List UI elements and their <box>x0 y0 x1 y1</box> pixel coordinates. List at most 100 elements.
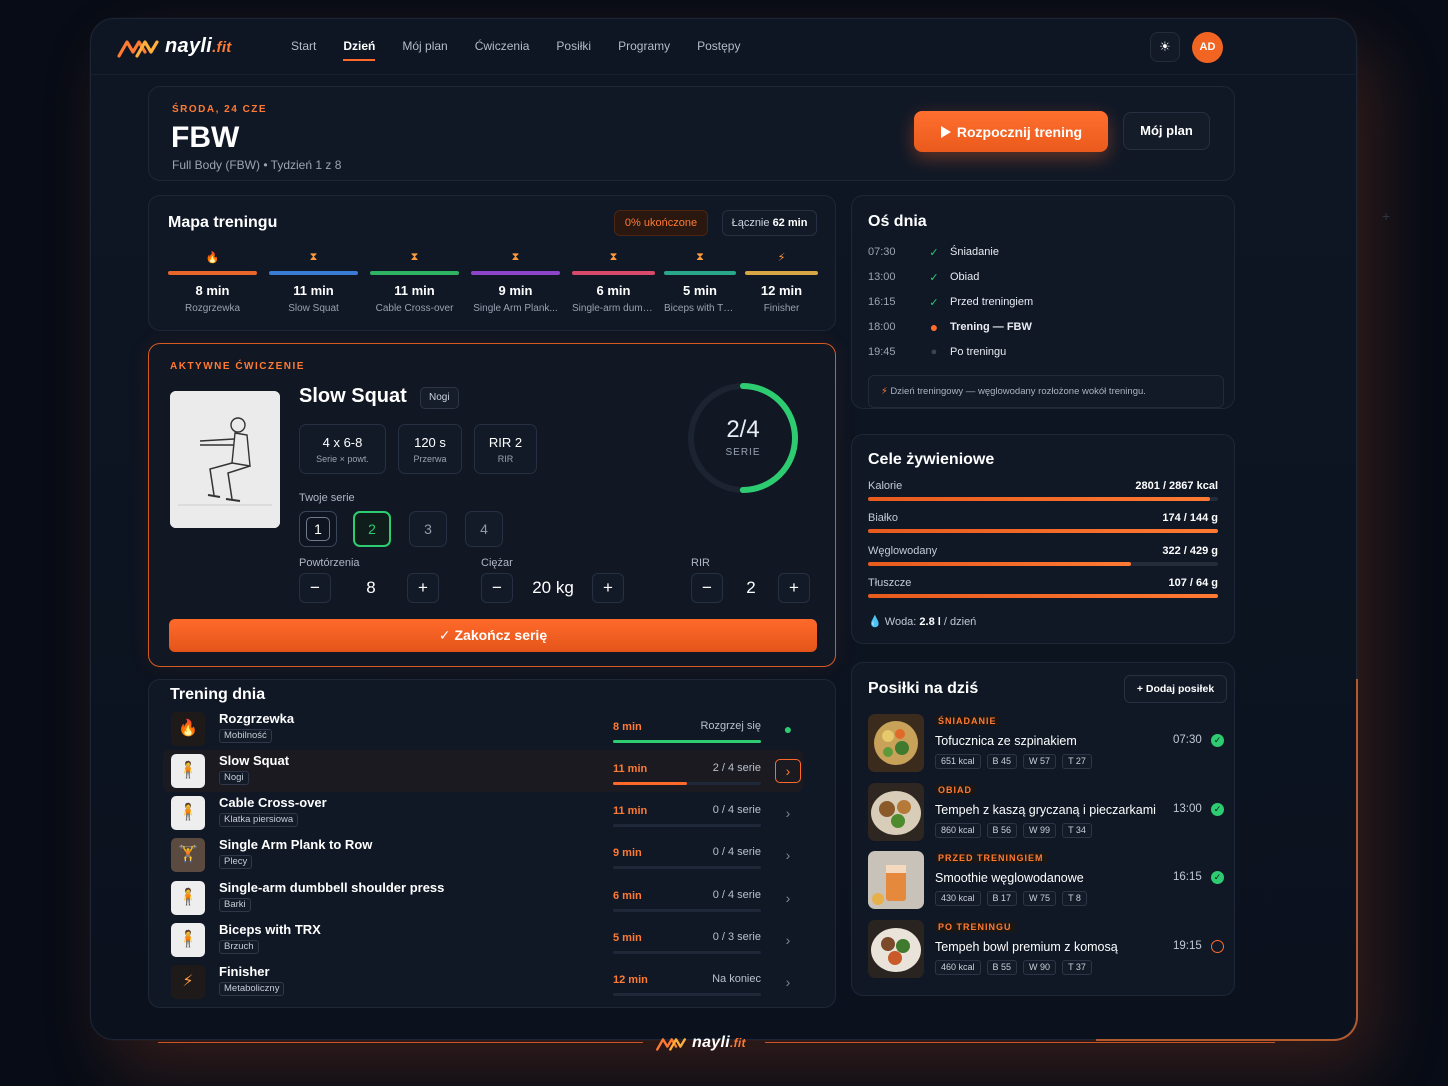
map-segment[interactable]: ⧗ 5 min Biceps with TRX <box>664 251 736 314</box>
play-icon <box>940 125 951 138</box>
map-segment[interactable]: ⧗ 11 min Cable Cross-over <box>370 251 459 314</box>
meal-name: Tempeh z kaszą gryczaną i pieczarkami <box>935 803 1156 817</box>
timeline-label: Obiad <box>950 271 980 283</box>
set-button-1[interactable]: 1 <box>299 511 337 547</box>
start-training-button[interactable]: Rozpocznij trening <box>914 111 1108 152</box>
map-segment[interactable]: ⧗ 6 min Single-arm dumb... <box>572 251 655 314</box>
exercise-row-name: Slow Squat <box>219 753 290 768</box>
map-segment[interactable]: ⧗ 11 min Slow Squat <box>269 251 358 314</box>
timeline-time: 19:45 <box>868 346 896 358</box>
macro-tag: W 75 <box>1023 891 1057 906</box>
stat-rir: RIR 2 RIR <box>474 424 537 474</box>
chevron-right-icon[interactable]: › <box>777 971 799 993</box>
sparkle-icon: + <box>1382 208 1391 224</box>
nav-posilki[interactable]: Posiłki <box>556 39 591 53</box>
macro-tag: 860 kcal <box>935 823 981 838</box>
exercise-row-tag: Metaboliczny <box>219 982 285 996</box>
nav-dzien[interactable]: Dzień <box>343 39 376 61</box>
set-button-2[interactable]: 2 <box>353 511 391 547</box>
exercise-row-status: Na koniec <box>712 973 761 985</box>
nav-moj-plan[interactable]: Mój plan <box>402 39 447 53</box>
avatar[interactable]: AD <box>1192 32 1223 63</box>
exercise-row[interactable]: ⚡ Finisher Metaboliczny 12 min Na koniec… <box>163 961 803 1003</box>
exercise-thumbnail: 🧍 <box>171 796 205 830</box>
timeline-label: Przed treningiem <box>950 296 1034 308</box>
chevron-right-icon[interactable]: › <box>777 802 799 824</box>
macro-tag: W 57 <box>1023 754 1057 769</box>
segment-name: Single-arm dumb... <box>572 303 655 314</box>
nutrient-bar-fill <box>868 594 1218 598</box>
check-circle-icon: ✓ <box>1211 803 1224 816</box>
chevron-right-icon[interactable]: › <box>777 887 799 909</box>
water-unit: / dzień <box>943 616 977 628</box>
weight-decrement-button[interactable]: − <box>481 573 513 603</box>
segment-min: 5 min <box>683 283 717 298</box>
map-segment[interactable]: ⚡ 12 min Finisher <box>745 251 818 314</box>
timeline-label: Śniadanie <box>950 246 999 258</box>
page-title: FBW <box>171 121 240 154</box>
meal-item[interactable]: OBIAD Tempeh z kaszą gryczaną i pieczark… <box>868 783 1224 843</box>
nutrient-label: Białko <box>868 512 898 524</box>
meal-time: 16:15 <box>1173 871 1202 883</box>
exercise-row-status: Rozgrzej się <box>700 720 761 732</box>
exercise-row[interactable]: 🧍 Cable Cross-over Klatka piersiowa 11 m… <box>163 792 803 834</box>
weight-value[interactable]: 20 kg <box>523 578 583 598</box>
stat-rest: 120 s Przerwa <box>398 424 462 474</box>
set-button-4[interactable]: 4 <box>465 511 503 547</box>
sets-progress-value: 2/4 <box>726 416 760 443</box>
set-button-3[interactable]: 3 <box>409 511 447 547</box>
pending-dot-icon: ● <box>930 346 938 358</box>
flame-icon: 🔥 <box>205 252 220 264</box>
exercise-row[interactable]: 🧍 Biceps with TRX Brzuch 5 min 0 / 3 ser… <box>163 919 803 961</box>
logo[interactable]: nayli.fit <box>117 35 232 58</box>
reps-value[interactable]: 8 <box>349 578 393 598</box>
weight-increment-button[interactable]: + <box>592 573 624 603</box>
brand-suffix: .fit <box>212 39 232 56</box>
top-nav: nayli.fit Start Dzień Mój plan Ćwiczenia… <box>91 19 1356 75</box>
chevron-right-icon[interactable]: › <box>777 929 799 951</box>
current-dot-icon: ● <box>929 319 939 335</box>
app-window: nayli.fit Start Dzień Mój plan Ćwiczenia… <box>90 18 1358 1041</box>
exercise-row[interactable]: 🧍 Single-arm dumbbell shoulder press Bar… <box>163 877 803 919</box>
exercise-row-name: Biceps with TRX <box>219 922 321 937</box>
exercise-row[interactable]: 🔥 Rozgrzewka Mobilność 8 min Rozgrzej si… <box>163 708 803 750</box>
segment-bar <box>168 271 257 275</box>
water-goal: 💧 Woda: 2.8 l / dzień <box>868 615 976 628</box>
check-icon: ✓ <box>929 272 939 284</box>
stat-value: 120 s <box>414 435 446 450</box>
nutrient-bar <box>868 497 1218 501</box>
nav-start[interactable]: Start <box>291 39 316 53</box>
nav-programy[interactable]: Programy <box>618 39 670 53</box>
footer-logo[interactable]: nayli.fit <box>655 1034 746 1052</box>
reps-decrement-button[interactable]: − <box>299 573 331 603</box>
meal-item[interactable]: ŚNIADANIE Tofucznica ze szpinakiem 651 k… <box>868 714 1224 774</box>
finish-set-button[interactable]: ✓ Zakończ serię <box>169 619 817 652</box>
reps-increment-button[interactable]: + <box>407 573 439 603</box>
chevron-right-icon[interactable]: › <box>777 844 799 866</box>
exercise-row-progress <box>613 951 761 954</box>
exercise-row[interactable]: 🧍 Slow Squat Nogi 11 min 2 / 4 serie › <box>163 750 803 792</box>
macro-tag: 460 kcal <box>935 960 981 975</box>
meal-item[interactable]: PO TRENINGU Tempeh bowl premium z komosą… <box>868 920 1224 980</box>
theme-toggle-button[interactable]: ☀ <box>1150 32 1180 62</box>
nav-cwiczenia[interactable]: Ćwiczenia <box>475 39 530 53</box>
nutrition-goals-title: Cele żywieniowe <box>868 451 995 468</box>
map-segment[interactable]: 🔥 8 min Rozgrzewka <box>168 251 257 314</box>
stat-value: 4 x 6-8 <box>322 435 363 450</box>
rir-value[interactable]: 2 <box>733 578 769 598</box>
map-segment[interactable]: ⧗ 9 min Single Arm Plank... <box>471 251 560 314</box>
add-meal-button[interactable]: + Dodaj posiłek <box>1124 675 1227 703</box>
timeline-label: Trening — FBW <box>950 321 1032 333</box>
exercise-row-status: 2 / 4 serie <box>712 762 761 774</box>
nav-postepy[interactable]: Postępy <box>697 39 740 53</box>
water-value: 2.8 l <box>919 616 941 628</box>
exercise-illustration <box>170 391 280 528</box>
rir-decrement-button[interactable]: − <box>691 573 723 603</box>
meal-item[interactable]: PRZED TRENINGIEM Smoothie węglowodanowe … <box>868 851 1224 911</box>
chevron-right-icon[interactable]: › <box>775 759 801 783</box>
rir-increment-button[interactable]: + <box>778 573 810 603</box>
segment-name: Single Arm Plank... <box>473 303 558 314</box>
my-plan-button[interactable]: Mój plan <box>1123 112 1210 150</box>
check-circle-icon: ✓ <box>1211 734 1224 747</box>
exercise-row[interactable]: 🏋 Single Arm Plank to Row Plecy 9 min 0 … <box>163 834 803 876</box>
